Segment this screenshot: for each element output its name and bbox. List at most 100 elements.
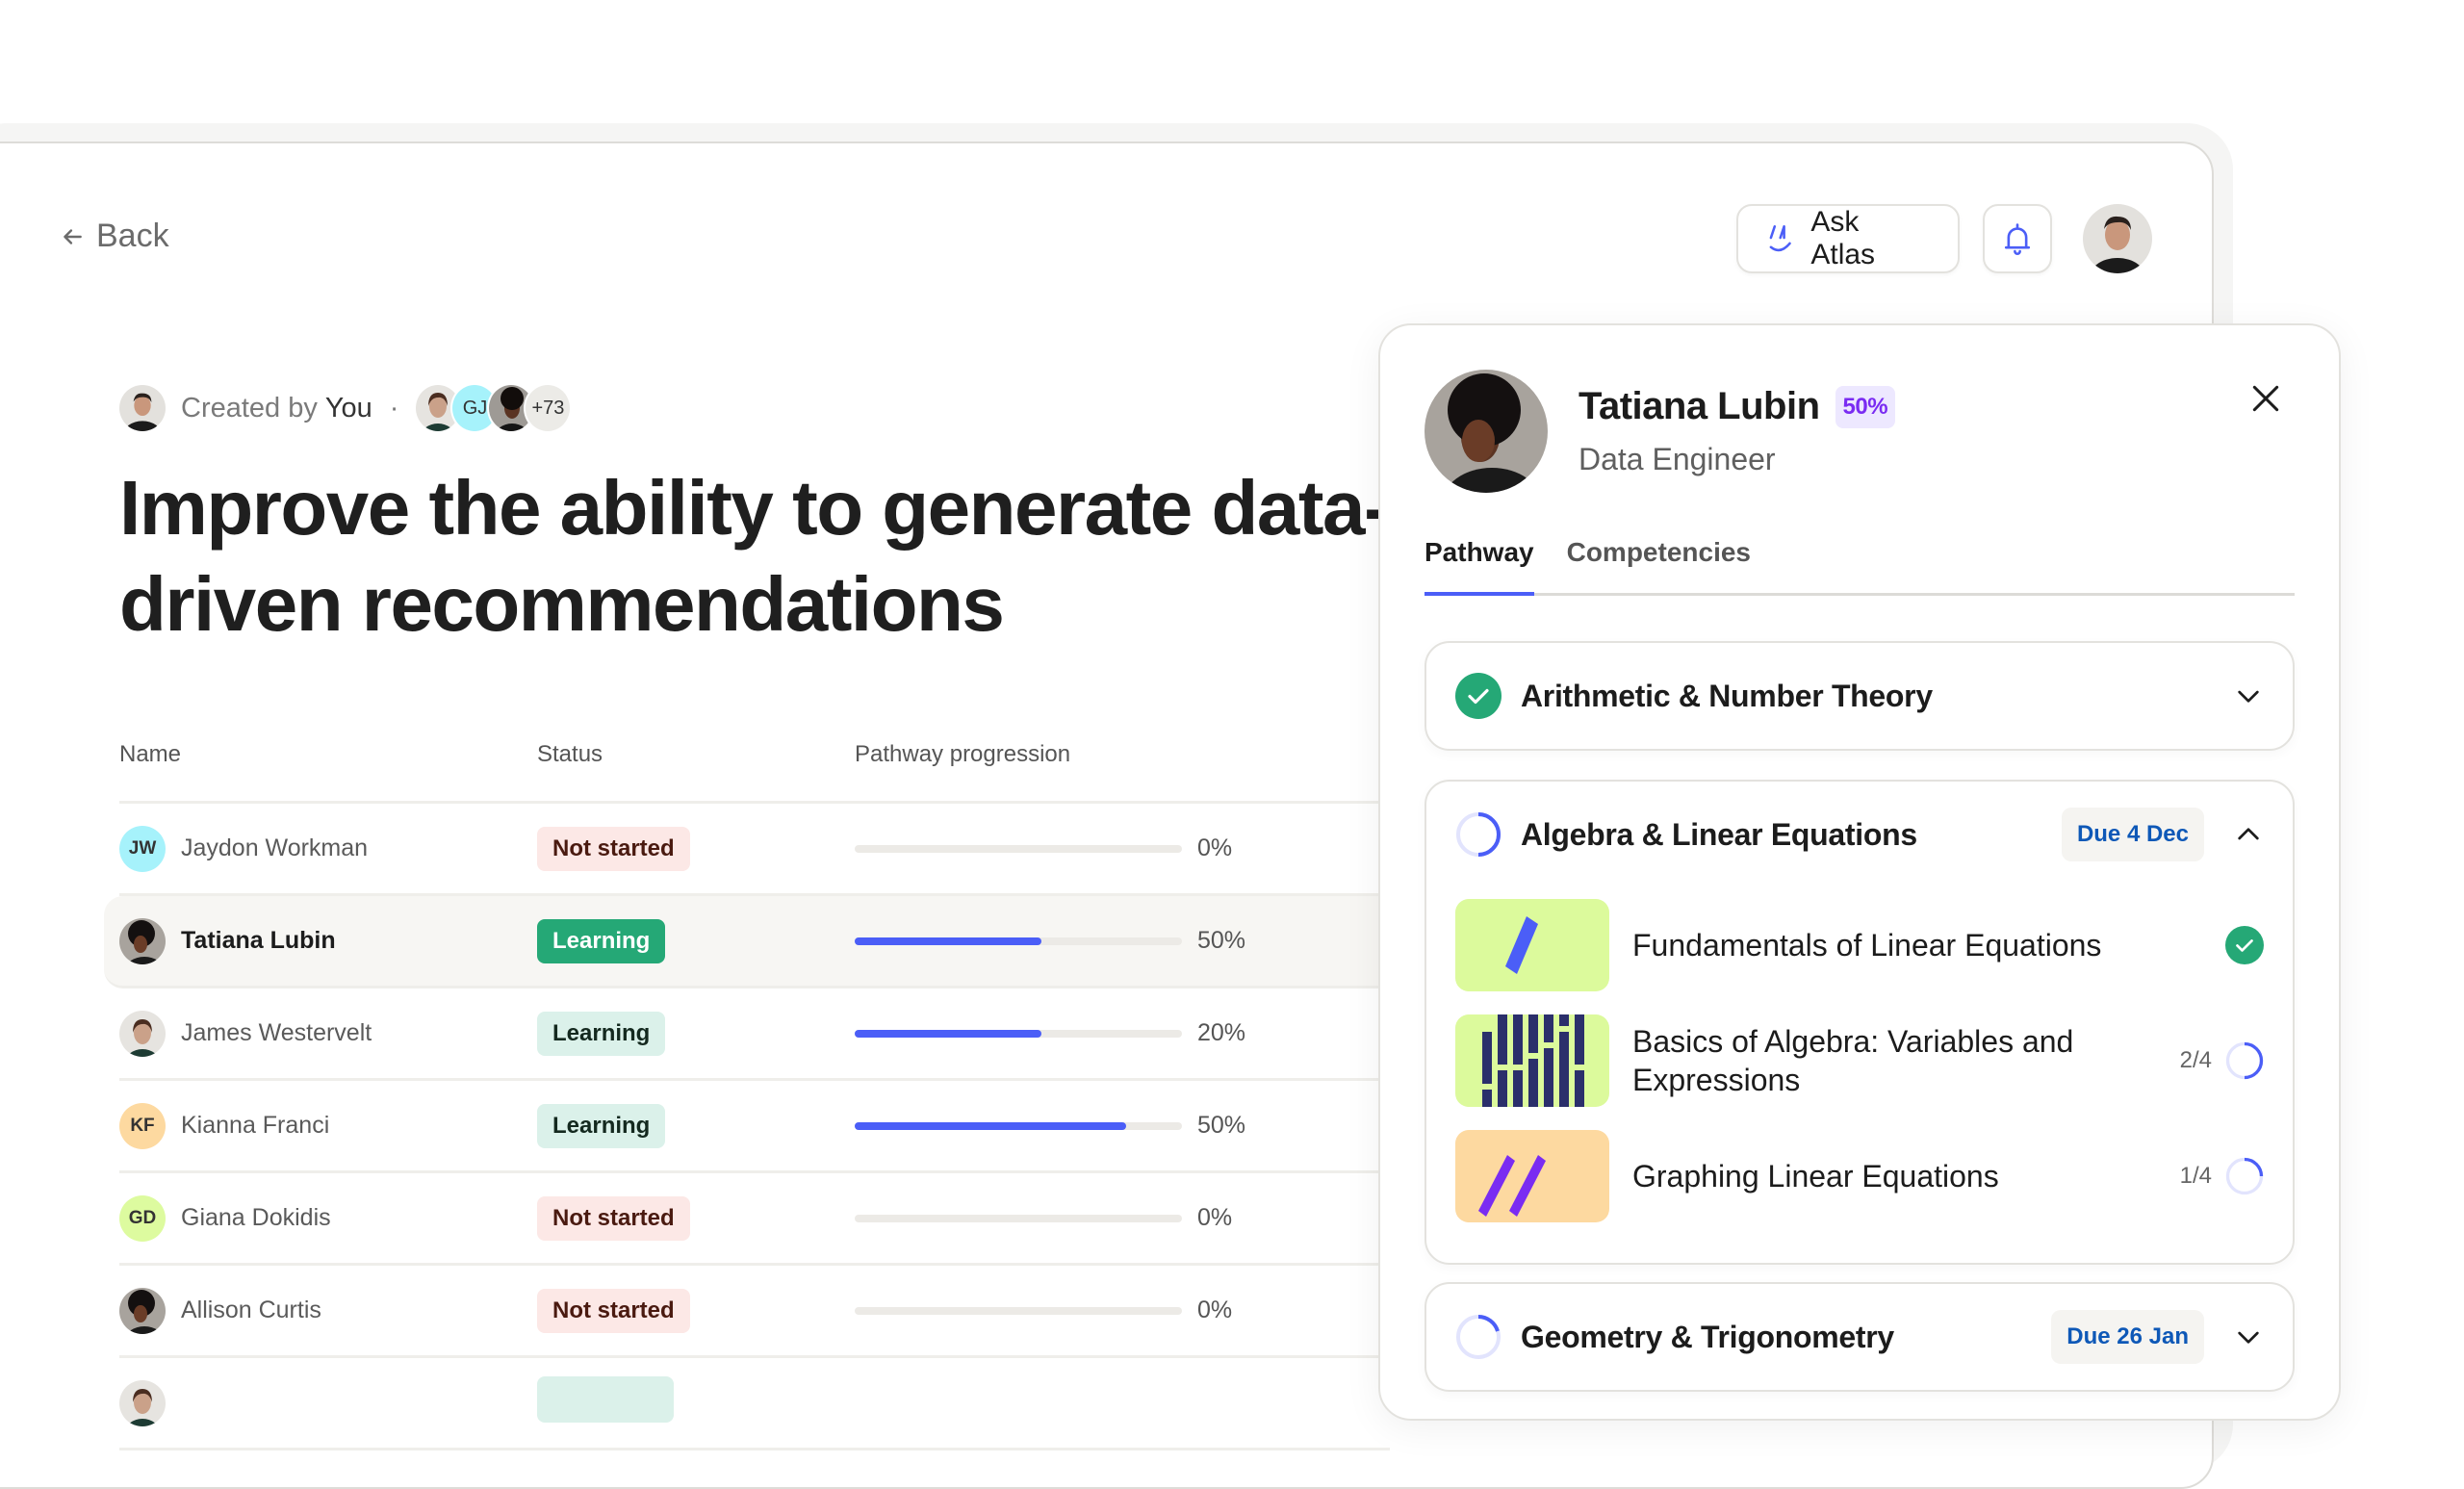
progress-ring-icon xyxy=(2225,1041,2264,1080)
progress-bar xyxy=(855,1306,1182,1315)
progress-bar xyxy=(855,1029,1182,1038)
arrow-left-icon xyxy=(64,228,82,244)
table-row[interactable]: James Westervelt Learning 20% xyxy=(119,988,1390,1081)
table-row[interactable]: KF Kianna Franci Learning 50% xyxy=(119,1081,1390,1173)
section-header[interactable]: Algebra & Linear Equations Due 4 Dec xyxy=(1426,782,2293,887)
created-by-name: You xyxy=(324,392,372,424)
progress-ring-icon xyxy=(1456,812,1501,857)
progress-percent: 0% xyxy=(1197,1296,1233,1323)
close-icon[interactable] xyxy=(2246,379,2285,418)
status-badge: Not started xyxy=(537,826,690,871)
progress-percent: 20% xyxy=(1197,1019,1246,1046)
section-title: Arithmetic & Number Theory xyxy=(1521,678,1933,713)
table-row[interactable]: JW Jaydon Workman Not started 0% xyxy=(119,804,1390,896)
status-badge: Learning xyxy=(537,918,666,963)
chevron-down-icon[interactable] xyxy=(2233,680,2264,711)
learner-name: Tatiana Lubin xyxy=(181,927,336,954)
more-collaborators-count: +73 xyxy=(526,385,571,431)
lesson-title: Graphing Linear Equations xyxy=(1632,1159,1999,1194)
section-header[interactable]: Arithmetic & Number Theory xyxy=(1426,643,2293,749)
collaborator-stack[interactable]: GJ +73 xyxy=(416,385,571,431)
lesson-thumbnail xyxy=(1455,1014,1609,1107)
due-date-badge: Due 26 Jan xyxy=(2051,1310,2204,1364)
learner-name: Giana Dokidis xyxy=(181,1204,331,1231)
learner-avatar xyxy=(119,917,166,964)
top-actions: Ask Atlas xyxy=(1736,204,2152,273)
lesson-thumbnail xyxy=(1455,899,1609,991)
progress-percent: 50% xyxy=(1197,927,1246,954)
tab-pathway[interactable]: Pathway xyxy=(1424,527,1534,596)
panel-header: Tatiana Lubin 50% Data Engineer xyxy=(1424,370,1896,493)
user-avatar[interactable] xyxy=(2083,204,2152,273)
status-badge: Not started xyxy=(537,1288,690,1333)
table-row[interactable] xyxy=(119,1358,1390,1450)
notifications-button[interactable] xyxy=(1983,204,2052,273)
progress-fill xyxy=(855,937,1041,945)
lesson-count: 1/4 xyxy=(2179,1163,2212,1189)
progress-bar xyxy=(855,844,1182,853)
progress-percent: 0% xyxy=(1197,1204,1233,1231)
learner-role: Data Engineer xyxy=(1578,442,1776,476)
progress-bar xyxy=(855,1121,1182,1130)
check-circle-icon xyxy=(1455,673,1502,719)
lesson-item[interactable]: Basics of Algebra: Variables and Express… xyxy=(1455,1003,2264,1118)
progress-bar xyxy=(855,937,1182,945)
creator-avatar xyxy=(119,385,166,431)
page-title: Improve the ability to generate data-dri… xyxy=(119,465,1390,647)
status-badge: Learning xyxy=(537,1103,666,1148)
lesson-count: 2/4 xyxy=(2179,1047,2212,1073)
learners-table: Name Status Pathway progression JW Jaydon… xyxy=(104,741,1390,1450)
table-row[interactable]: GD Giana Dokidis Not started 0% xyxy=(119,1173,1390,1266)
learner-avatar xyxy=(119,1379,166,1426)
progress-ring-icon xyxy=(2225,1157,2264,1195)
progress-fill xyxy=(855,1029,1041,1038)
due-date-badge: Due 4 Dec xyxy=(2061,808,2204,861)
learner-name: James Westervelt xyxy=(181,1019,372,1046)
back-label: Back xyxy=(96,218,169,254)
status-badge: Learning xyxy=(537,1011,666,1056)
section-title: Geometry & Trigonometry xyxy=(1521,1319,1894,1354)
lesson-title: Fundamentals of Linear Equations xyxy=(1632,928,2102,963)
progress-percent: 0% xyxy=(1197,834,1233,861)
section-arithmetic: Arithmetic & Number Theory xyxy=(1424,641,2295,751)
section-header[interactable]: Geometry & Trigonometry Due 26 Jan xyxy=(1426,1284,2293,1390)
learner-avatar xyxy=(119,1287,166,1334)
panel-tabs: Pathway Competencies xyxy=(1424,527,2295,596)
learner-name: Jaydon Workman xyxy=(181,834,369,861)
ask-atlas-label: Ask Atlas xyxy=(1810,206,1876,270)
status-badge xyxy=(537,1376,674,1423)
lesson-item[interactable]: Graphing Linear Equations 1/4 xyxy=(1455,1118,2264,1234)
learner-name: Kianna Franci xyxy=(181,1112,330,1139)
progress-fill xyxy=(855,1121,1127,1130)
tab-competencies[interactable]: Competencies xyxy=(1567,527,1751,593)
check-circle-icon xyxy=(2225,926,2264,964)
learner-avatar-initials: JW xyxy=(119,825,166,872)
created-by-row: Created by You · GJ +73 xyxy=(119,385,571,431)
column-header-progression[interactable]: Pathway progression xyxy=(855,741,1390,768)
learner-avatar xyxy=(1424,370,1548,493)
learner-name: Allison Curtis xyxy=(181,1296,321,1323)
section-geometry: Geometry & Trigonometry Due 26 Jan xyxy=(1424,1282,2295,1392)
atlas-logo-icon xyxy=(1769,225,1791,252)
ask-atlas-button[interactable]: Ask Atlas xyxy=(1736,204,1960,273)
back-button[interactable]: Back xyxy=(60,218,169,255)
progress-badge: 50% xyxy=(1835,385,1896,428)
progress-bar xyxy=(855,1214,1182,1222)
lesson-list: Fundamentals of Linear Equations Basics … xyxy=(1426,887,2293,1263)
table-row[interactable]: Allison Curtis Not started 0% xyxy=(119,1266,1390,1358)
chevron-up-icon[interactable] xyxy=(2233,819,2264,850)
learner-avatar xyxy=(119,1010,166,1057)
learner-avatar-initials: KF xyxy=(119,1102,166,1149)
learner-avatar-initials: GD xyxy=(119,1194,166,1242)
chevron-down-icon[interactable] xyxy=(2233,1322,2264,1352)
table-body: JW Jaydon Workman Not started 0% Tatiana L… xyxy=(104,804,1390,1450)
column-header-status[interactable]: Status xyxy=(537,741,855,768)
section-title: Algebra & Linear Equations xyxy=(1521,816,1917,852)
learner-detail-panel: Tatiana Lubin 50% Data Engineer Pathway … xyxy=(1378,323,2341,1421)
column-header-name[interactable]: Name xyxy=(119,741,537,768)
lesson-item[interactable]: Fundamentals of Linear Equations xyxy=(1455,887,2264,1003)
status-badge: Not started xyxy=(537,1195,690,1241)
progress-percent: 50% xyxy=(1197,1112,1246,1139)
lesson-title: Basics of Algebra: Variables and Express… xyxy=(1632,1024,2074,1097)
table-row[interactable]: Tatiana Lubin Learning 50% xyxy=(104,896,1390,988)
